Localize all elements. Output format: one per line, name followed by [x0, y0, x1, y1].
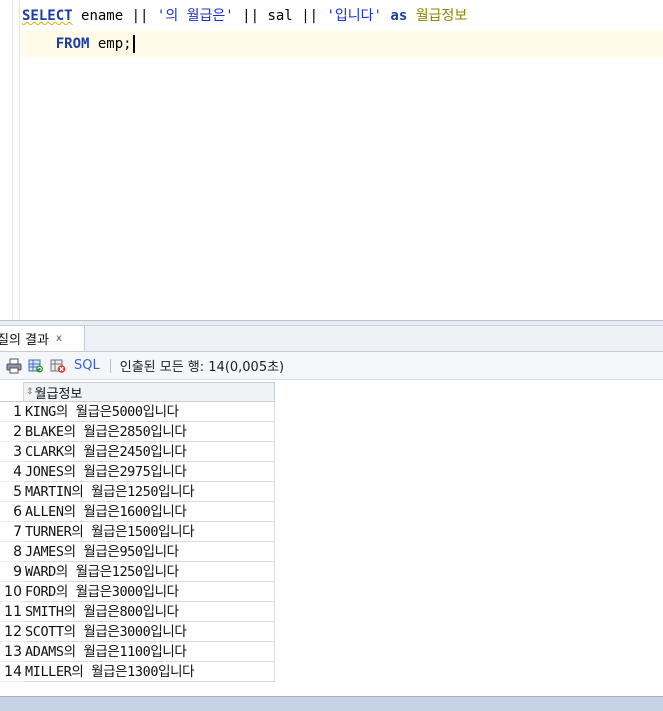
table-cell[interactable]: MILLER의 월급은1300입니다 [24, 662, 275, 682]
table-cell[interactable]: CLARK의 월급은2450입니다 [24, 442, 275, 462]
table-cell[interactable]: TURNER의 월급은1500입니다 [24, 522, 275, 542]
code-line-2[interactable]: FROM emp; [22, 31, 663, 57]
row-number: 13 [0, 642, 24, 662]
row-number: 7 [0, 522, 24, 542]
table-row[interactable]: 11 SMITH의 월급은800입니다 [0, 602, 275, 622]
table-cell[interactable]: ALLEN의 월급은1600입니다 [24, 502, 275, 522]
table-cell[interactable]: ADAMS의 월급은1100입니다 [24, 642, 275, 662]
refresh-icon[interactable] [28, 358, 44, 374]
row-number: 5 [0, 482, 24, 502]
fetch-status-text: 인출된 모든 행: 14(0,005초) [119, 360, 285, 375]
table-row[interactable]: 6 ALLEN의 월급은1600입니다 [0, 502, 275, 522]
column-ename: ename [81, 8, 124, 24]
row-number: 9 [0, 562, 24, 582]
table-row[interactable]: 12 SCOTT의 월급은3000입니다 [0, 622, 275, 642]
table-row[interactable]: 4 JONES의 월급은2975입니다 [0, 462, 275, 482]
concat-operator: || [301, 8, 319, 24]
results-tab-strip: 질의 결과 x [0, 326, 663, 352]
code-line-1[interactable]: SELECT ename || '의 월급은' || sal || '입니다' … [22, 3, 467, 29]
table-cell[interactable]: JONES의 월급은2975입니다 [24, 462, 275, 482]
row-number: 1 [0, 402, 24, 422]
table-row[interactable]: 14 MILLER의 월급은1300입니다 [0, 662, 275, 682]
table-row[interactable]: 3 CLARK의 월급은2450입니다 [0, 442, 275, 462]
keyword-select: SELECT [22, 8, 73, 24]
table-row[interactable]: 5 MARTIN의 월급은1250입니다 [0, 482, 275, 502]
print-icon[interactable] [6, 358, 22, 374]
bottom-status-bar [0, 696, 663, 711]
column-alias: 월급정보 [415, 8, 468, 24]
table-cell[interactable]: MARTIN의 월급은1250입니다 [24, 482, 275, 502]
keyword-from: FROM [55, 36, 90, 52]
table-row[interactable]: 13 ADAMS의 월급은1100입니다 [0, 642, 275, 662]
toolbar-divider [109, 358, 111, 373]
sql-editor[interactable]: SELECT ename || '의 월급은' || sal || '입니다' … [0, 0, 663, 320]
row-number: 4 [0, 462, 24, 482]
string-literal-1: '의 월급은' [156, 8, 234, 24]
table-emp: emp; [97, 36, 132, 52]
table-row[interactable]: 1 KING의 월급은5000입니다 [0, 402, 275, 422]
row-number: 11 [0, 602, 24, 622]
table-cell[interactable]: KING의 월급은5000입니다 [24, 402, 275, 422]
table-cell[interactable]: BLAKE의 월급은2850입니다 [24, 422, 275, 442]
grid-header: ⇕ 월급정보 [0, 382, 275, 402]
results-toolbar: SQL 인출된 모든 행: 14(0,005초) [0, 352, 663, 380]
table-row[interactable]: 8 JAMES의 월급은950입니다 [0, 542, 275, 562]
table-cell[interactable]: SCOTT의 월급은3000입니다 [24, 622, 275, 642]
results-grid[interactable]: ⇕ 월급정보 1 KING의 월급은5000입니다 2 BLAKE의 월급은2850입… [0, 380, 663, 696]
tab-query-result[interactable]: 질의 결과 x [0, 326, 85, 351]
column-header-label: 월급정보 [34, 386, 83, 402]
grid-rows: 1 KING의 월급은5000입니다 2 BLAKE의 월급은2850입니다 3 CLAR… [0, 402, 275, 682]
column-header-salary-info[interactable]: ⇕ 월급정보 [24, 382, 275, 402]
row-number: 8 [0, 542, 24, 562]
row-number-header [0, 382, 24, 402]
tab-label: 질의 결과 [0, 333, 49, 348]
row-number: 2 [0, 422, 24, 442]
close-icon[interactable]: x [56, 333, 62, 344]
row-number: 6 [0, 502, 24, 522]
row-number: 10 [0, 582, 24, 602]
table-cell[interactable]: FORD의 월급은3000입니다 [24, 582, 275, 602]
concat-operator: || [242, 8, 260, 24]
table-cell[interactable]: SMITH의 월급은800입니다 [24, 602, 275, 622]
table-row[interactable]: 10 FORD의 월급은3000입니다 [0, 582, 275, 602]
concat-operator: || [131, 8, 149, 24]
sql-button[interactable]: SQL [74, 358, 100, 373]
row-number: 12 [0, 622, 24, 642]
table-row[interactable]: 7 TURNER의 월급은1500입니다 [0, 522, 275, 542]
table-row[interactable]: 2 BLAKE의 월급은2850입니다 [0, 422, 275, 442]
sort-icon[interactable]: ⇕ [26, 387, 33, 397]
text-caret [132, 35, 135, 53]
column-sal: sal [267, 8, 293, 24]
editor-margin-line [19, 0, 20, 320]
row-number: 3 [0, 442, 24, 462]
row-number: 14 [0, 662, 24, 682]
keyword-as: as [390, 8, 408, 24]
table-row[interactable]: 9 WARD의 월급은1250입니다 [0, 562, 275, 582]
string-literal-2: '입니다' [326, 8, 382, 24]
cancel-icon[interactable] [50, 358, 66, 374]
table-cell[interactable]: WARD의 월급은1250입니다 [24, 562, 275, 582]
editor-gutter [0, 0, 13, 320]
table-cell[interactable]: JAMES의 월급은950입니다 [24, 542, 275, 562]
